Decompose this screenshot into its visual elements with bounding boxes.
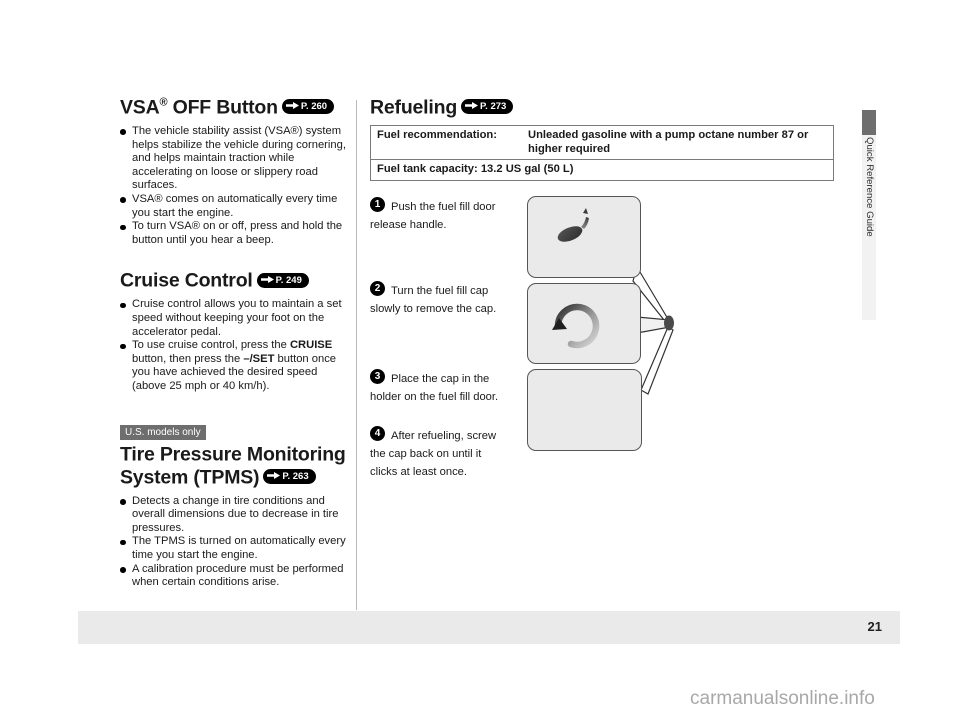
section-heading-tpms: Tire Pressure Monitoring System (TPMS) P.… — [120, 443, 352, 489]
bullet-list-tpms: Detects a change in tire conditions and … — [120, 495, 352, 590]
page-reference-label: P. 249 — [275, 274, 302, 286]
page-reference-badge-p273[interactable]: P. 273 — [461, 99, 514, 115]
table-row: Fuel recommendation: Unleaded gasoline w… — [370, 125, 834, 161]
right-column: Refueling P. 273 Fuel recommendation: Unl… — [370, 96, 840, 181]
list-item: 1 Push the fuel fill door release handle… — [370, 197, 510, 233]
side-tab-strip: Quick Reference Guide — [862, 135, 876, 320]
step-text: Place the cap in the holder on the fuel … — [370, 373, 499, 403]
rotate-cap-arrow-icon — [552, 303, 600, 349]
status-badge-us-models-only: U.S. models only — [120, 424, 206, 440]
page-number: 21 — [867, 619, 882, 634]
column-divider — [356, 100, 357, 610]
heading-text-main: Cruise Control — [120, 270, 253, 293]
list-item: To use cruise control, press the CRUISE … — [120, 339, 352, 393]
list-item: 3 Place the cap in the holder on the fue… — [370, 369, 510, 405]
page-reference-label: P. 273 — [480, 101, 507, 113]
heading-text-main: VSA — [120, 96, 160, 119]
step-number-badge: 2 — [370, 281, 385, 296]
page-reference-badge-p263[interactable]: P. 263 — [263, 468, 316, 484]
convergence-point — [664, 315, 674, 331]
table-cell-value-fuel-recommendation: Unleaded gasoline with a pump octane num… — [522, 125, 834, 161]
section-heading-cruise-control: Cruise Control P. 249 — [120, 269, 352, 292]
illustration-panel-fuel-door-release — [527, 196, 641, 278]
table-cell-fuel-tank-capacity: Fuel tank capacity: 13.2 US gal (50 L) — [377, 163, 574, 176]
list-item: 2 Turn the fuel fill cap slowly to remov… — [370, 281, 510, 317]
list-item: VSA® comes on automatically every time y… — [120, 193, 352, 220]
side-tab-label: Quick Reference Guide — [864, 137, 875, 237]
fuel-specification-table: Fuel recommendation: Unleaded gasoline w… — [370, 125, 834, 181]
heading-text-rest: OFF Button — [167, 96, 278, 119]
page-reference-badge-p260[interactable]: P. 260 — [281, 99, 335, 115]
list-item: To turn VSA® on or off, press and hold t… — [120, 220, 352, 247]
right-arrow-icon — [260, 275, 274, 283]
step-text: After refueling, screw the cap back on u… — [370, 430, 497, 478]
right-arrow-icon — [285, 102, 299, 110]
heading-text-main: Refueling — [370, 96, 458, 119]
step-text: Push the fuel fill door release handle. — [370, 201, 496, 231]
list-item: Cruise control allows you to maintain a … — [120, 298, 352, 339]
step-number-badge: 3 — [370, 369, 385, 384]
page-reference-label: P. 263 — [282, 470, 309, 482]
bullet-list-vsa: The vehicle stability assist (VSA®) syst… — [120, 125, 352, 247]
list-item: Detects a change in tire conditions and … — [120, 495, 352, 536]
cruise-button-name: CRUISE — [289, 339, 333, 352]
set-button-name: –/SET — [243, 352, 275, 365]
side-tab-cap — [862, 110, 876, 135]
step-number-badge: 4 — [370, 426, 385, 441]
step-text: Turn the fuel fill cap slowly to remove … — [370, 285, 497, 315]
badge-us-models-only-wrap: U.S. models only — [120, 422, 352, 443]
right-arrow-icon — [267, 471, 281, 479]
section-heading-vsa-off-button: VSA® OFF Button P. 260 — [120, 96, 352, 119]
fuel-door-release-handle-icon — [557, 208, 589, 242]
list-item: 4 After refueling, screw the cap back on… — [370, 426, 510, 480]
list-item: A calibration procedure must be performe… — [120, 563, 352, 590]
page-reference-badge-p249[interactable]: P. 249 — [256, 272, 309, 288]
step-number-badge: 1 — [370, 197, 385, 212]
section-heading-refueling: Refueling P. 273 — [370, 96, 840, 119]
table-row: Fuel tank capacity: 13.2 US gal (50 L) — [371, 160, 834, 181]
site-watermark: carmanualsonline.info — [690, 688, 875, 709]
manual-page: VSA® OFF Button P. 260 The vehicle stabil… — [0, 0, 960, 722]
bullet-list-cruise-control: Cruise control allows you to maintain a … — [120, 298, 352, 393]
list-item: The vehicle stability assist (VSA®) syst… — [120, 125, 352, 193]
page-footer-band: 21 — [78, 611, 900, 644]
right-arrow-icon — [465, 102, 479, 110]
page-reference-label: P. 260 — [300, 101, 328, 113]
illustration-panel-fuel-cap-turn — [527, 283, 641, 364]
illustration-panel-cap-holder — [527, 369, 642, 451]
list-item: The TPMS is turned on automatically ever… — [120, 535, 352, 562]
left-column: VSA® OFF Button P. 260 The vehicle stabil… — [120, 96, 352, 604]
side-tab-quick-reference-guide: Quick Reference Guide — [862, 110, 876, 320]
table-cell-label-fuel-recommendation: Fuel recommendation: — [370, 125, 522, 161]
